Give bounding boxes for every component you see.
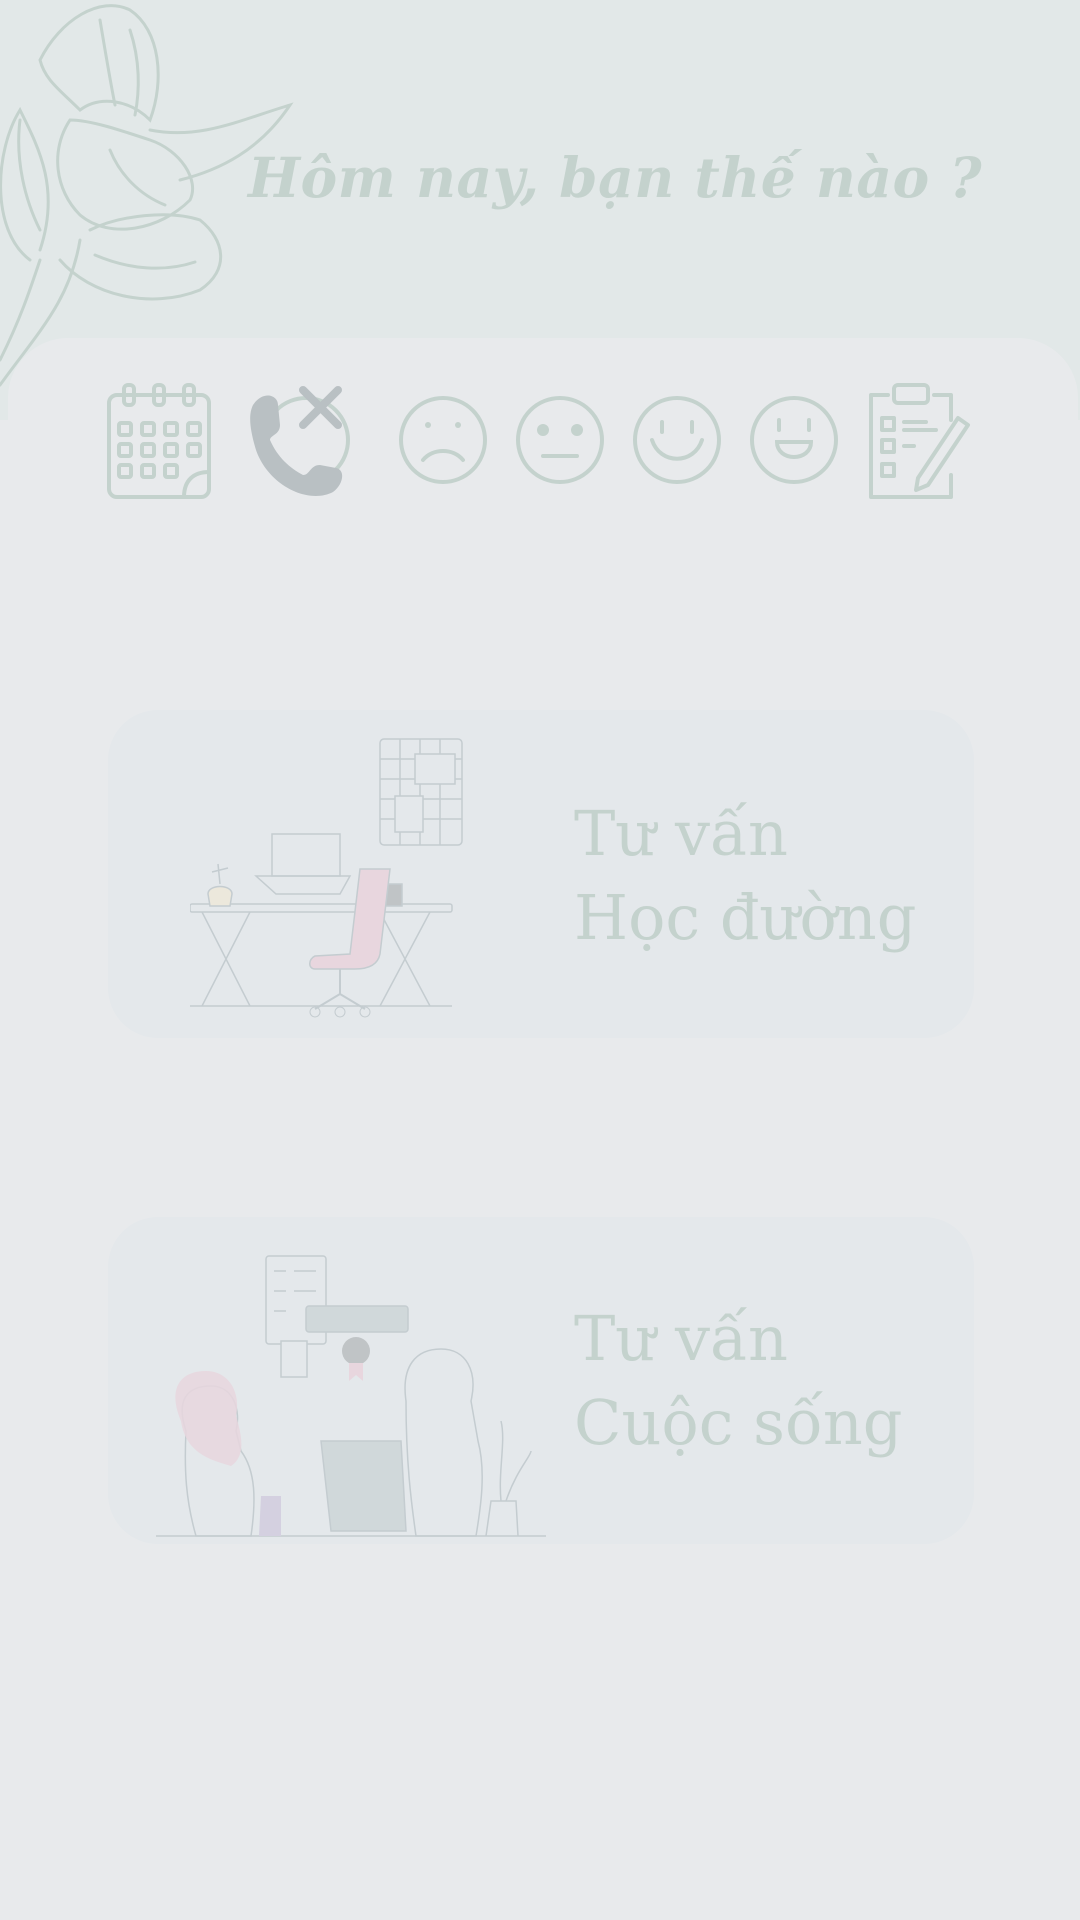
life-counseling-card[interactable]: Tư vấn Cuộc sống	[108, 1217, 974, 1544]
card-title: Tư vấn Học đường	[574, 792, 916, 960]
smiling-face-icon[interactable]	[622, 380, 732, 500]
calendar-icon[interactable]	[104, 380, 214, 500]
clipboard-checklist-icon[interactable]	[866, 380, 976, 500]
hang-up-call-icon[interactable]	[248, 380, 358, 500]
sad-face-icon[interactable]	[388, 380, 498, 500]
card-title: Tư vấn Cuộc sống	[574, 1297, 903, 1465]
content-panel	[8, 338, 1078, 1920]
card-title-line2: Cuộc sống	[574, 1386, 903, 1459]
neutral-face-icon[interactable]	[505, 380, 615, 500]
card-title-line1: Tư vấn	[574, 1302, 788, 1375]
card-title-line1: Tư vấn	[574, 797, 788, 870]
counseling-conversation-illustration	[156, 1255, 546, 1537]
page-title: Hôm nay, bạn thế nào ?	[248, 145, 983, 210]
happy-face-icon[interactable]	[739, 380, 849, 500]
school-counseling-card[interactable]: Tư vấn Học đường	[108, 710, 974, 1038]
card-title-line2: Học đường	[574, 881, 917, 954]
study-desk-illustration	[190, 738, 463, 1018]
